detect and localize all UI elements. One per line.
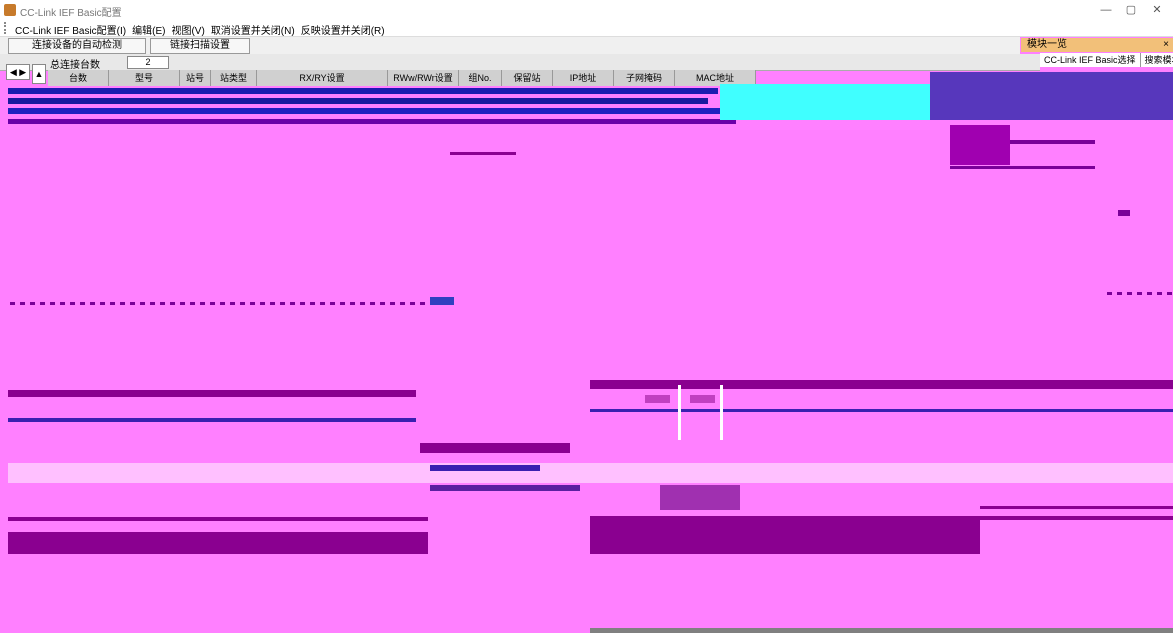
corrupted-block bbox=[420, 443, 570, 453]
menu-bar: CC-Link IEF Basic配置(I) 编辑(E) 视图(V) 取消设置并… bbox=[0, 20, 1173, 37]
menu-grip bbox=[4, 22, 8, 34]
col-count[interactable]: 台数 bbox=[48, 70, 109, 86]
corrupted-dot bbox=[430, 297, 454, 305]
summary-row: 总连接台数 2 bbox=[0, 54, 1040, 71]
module-list-title: 模块一览 bbox=[1027, 39, 1067, 50]
tab-cclink-select[interactable]: CC-Link IEF Basic选择 bbox=[1040, 53, 1141, 67]
col-rxry[interactable]: RX/RY设置 bbox=[257, 70, 388, 86]
corrupted-panel-region bbox=[930, 72, 1173, 120]
corrupted-block bbox=[430, 465, 540, 471]
table-row[interactable] bbox=[8, 98, 708, 104]
module-list-header: 模块一览 × bbox=[1021, 38, 1173, 52]
corrupted-band bbox=[980, 506, 1173, 509]
status-bar bbox=[590, 628, 1173, 633]
tab-search-module[interactable]: 搜索模块 bbox=[1141, 53, 1173, 67]
corrupted-line bbox=[678, 385, 681, 440]
menu-item-cancel-close[interactable]: 取消设置并关闭(N) bbox=[208, 22, 298, 37]
corrupted-block bbox=[660, 485, 740, 510]
window-title: CC-Link IEF Basic配置 bbox=[20, 8, 122, 19]
nav-arrows[interactable]: ◀ ▶ bbox=[6, 64, 30, 80]
corrupted-line bbox=[720, 385, 723, 440]
corrupted-band bbox=[8, 532, 428, 554]
panel-close-icon[interactable]: × bbox=[1163, 38, 1169, 52]
corrupted-dot bbox=[1118, 210, 1130, 216]
menu-item-edit[interactable]: 编辑(E) bbox=[129, 22, 168, 37]
col-subnet[interactable]: 子网掩码 bbox=[614, 70, 675, 86]
total-connections-label: 总连接台数 bbox=[50, 60, 100, 71]
title-bar: CC-Link IEF Basic配置 — ▢ ✕ bbox=[0, 0, 1173, 20]
device-rows bbox=[8, 86, 736, 126]
col-rwwrwr[interactable]: RWw/RWr设置 bbox=[388, 70, 459, 86]
app-icon bbox=[4, 4, 16, 16]
total-connections-value: 2 bbox=[127, 56, 169, 69]
corrupted-block bbox=[430, 485, 580, 491]
corrupted-band bbox=[8, 517, 428, 521]
menu-item-apply-close[interactable]: 反映设置并关闭(R) bbox=[298, 22, 388, 37]
corrupted-line bbox=[1010, 140, 1095, 144]
toolbar: 连接设备的自动检测 链接扫描设置 bbox=[0, 37, 1020, 55]
menu-item-config[interactable]: CC-Link IEF Basic配置(I) bbox=[12, 22, 129, 37]
scroll-up-icon[interactable]: ▲ bbox=[32, 64, 46, 84]
corrupted-line bbox=[950, 166, 1095, 169]
corrupted-line bbox=[450, 152, 516, 155]
corrupted-band bbox=[8, 463, 1173, 483]
col-station-type[interactable]: 站类型 bbox=[211, 70, 257, 86]
table-header: 台数 型号 站号 站类型 RX/RY设置 RWw/RWr设置 组No. 保留站 … bbox=[48, 70, 756, 87]
auto-detect-button[interactable]: 连接设备的自动检测 bbox=[8, 38, 146, 54]
col-ip[interactable]: IP地址 bbox=[553, 70, 614, 86]
panel-tabs: CC-Link IEF Basic选择 搜索模块 收 bbox=[1040, 53, 1173, 67]
table-row[interactable] bbox=[8, 108, 723, 114]
maximize-button[interactable]: ▢ bbox=[1120, 2, 1142, 18]
col-station-no[interactable]: 站号 bbox=[180, 70, 211, 86]
corrupted-dot bbox=[690, 395, 715, 403]
link-scan-settings-button[interactable]: 链接扫描设置 bbox=[150, 38, 250, 54]
selection-highlight bbox=[720, 84, 930, 120]
table-row[interactable] bbox=[8, 119, 736, 124]
col-reserved[interactable]: 保留站 bbox=[502, 70, 553, 86]
corrupted-band bbox=[8, 390, 416, 397]
corrupted-band bbox=[590, 516, 980, 554]
col-model[interactable]: 型号 bbox=[109, 70, 180, 86]
dotted-separator bbox=[1107, 292, 1173, 295]
minimize-button[interactable]: — bbox=[1095, 2, 1117, 18]
table-row[interactable] bbox=[8, 88, 718, 94]
corrupted-band bbox=[8, 418, 416, 422]
corrupted-block bbox=[950, 125, 1010, 165]
col-group[interactable]: 组No. bbox=[459, 70, 502, 86]
dotted-separator bbox=[10, 302, 440, 305]
corrupted-dot bbox=[645, 395, 670, 403]
close-button[interactable]: ✕ bbox=[1146, 2, 1168, 18]
menu-item-view[interactable]: 视图(V) bbox=[168, 22, 207, 37]
corrupted-band bbox=[980, 516, 1173, 520]
